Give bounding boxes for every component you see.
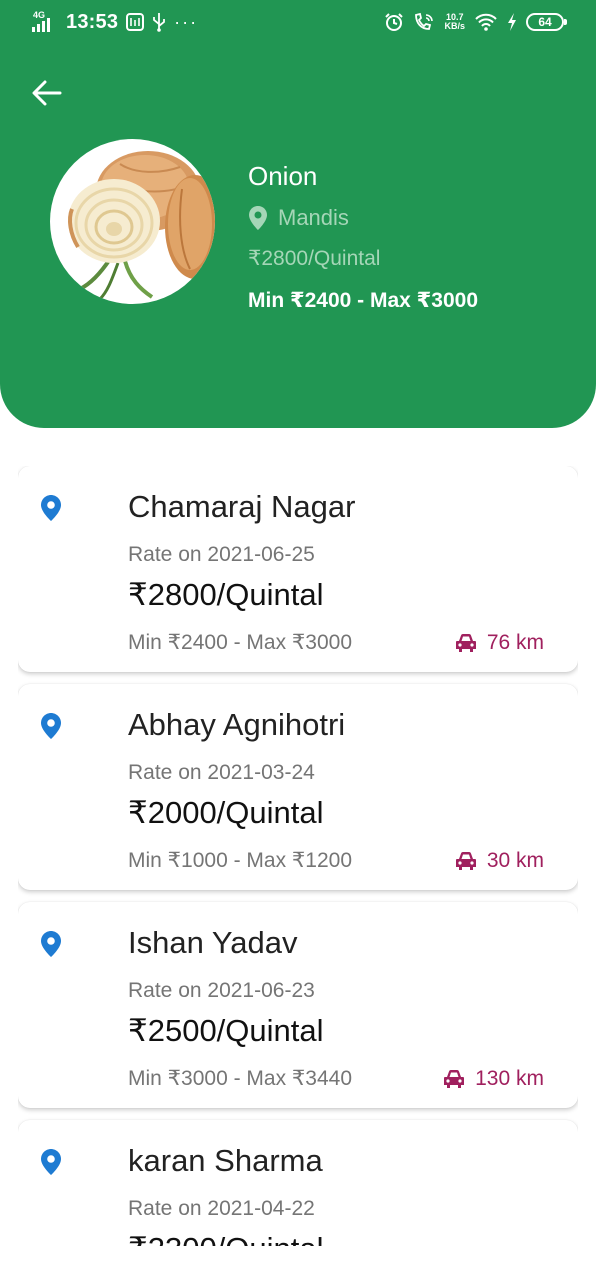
- distance: 130 km: [443, 1066, 544, 1092]
- rate-date: Rate on 2021-04-22: [128, 1197, 315, 1220]
- status-bar: 4G 13:53 ··· 10.7 KB/s 64: [0, 0, 596, 46]
- location-pin-icon: [41, 931, 61, 957]
- mandi-card[interactable]: karan Sharma Rate on 2021-04-22 ₹2300/Qu…: [18, 1120, 578, 1246]
- location-pin-icon: [249, 206, 267, 230]
- mandi-price-range: Min ₹1000 - Max ₹1200: [128, 849, 352, 872]
- distance-value: 30 km: [486, 849, 544, 872]
- mandi-price-range: Min ₹2400 - Max ₹3000: [128, 631, 352, 654]
- distance: 30 km: [455, 848, 544, 874]
- wifi-calling-icon: [413, 12, 435, 32]
- crop-name: Onion: [248, 161, 318, 191]
- rate-date: Rate on 2021-06-23: [128, 979, 315, 1002]
- network-speed: 10.7 KB/s: [444, 13, 465, 31]
- app-notification-icon: [126, 13, 145, 31]
- back-button[interactable]: [30, 76, 64, 110]
- mandi-name: karan Sharma: [128, 1143, 323, 1178]
- mandi-card[interactable]: Chamaraj Nagar Rate on 2021-06-25 ₹2800/…: [18, 466, 578, 672]
- battery-level: 64: [538, 15, 552, 29]
- mandi-price: ₹2800/Quintal: [128, 577, 324, 612]
- mandi-price: ₹2500/Quintal: [128, 1013, 324, 1048]
- mandi-price: ₹2000/Quintal: [128, 795, 324, 830]
- car-icon: [444, 1070, 465, 1088]
- mandi-price-range: Min ₹3000 - Max ₹3440: [128, 1067, 352, 1090]
- screen-bottom-edge: [0, 1246, 596, 1280]
- mandis-label: Mandis: [248, 204, 478, 232]
- speed-unit: KB/s: [444, 21, 465, 31]
- wifi-icon: [474, 13, 498, 31]
- distance-value: 76 km: [486, 631, 544, 654]
- mandi-price: ₹2300/Quintal: [128, 1230, 324, 1246]
- crop-info: Onion Mandis ₹2800/Quintal Min ₹2400 - M…: [248, 160, 478, 314]
- car-icon: [455, 634, 476, 652]
- status-time: 13:53: [66, 10, 119, 33]
- rate-date: Rate on 2021-06-25: [128, 543, 315, 566]
- rate-date: Rate on 2021-03-24: [128, 761, 315, 784]
- mandi-name: Ishan Yadav: [128, 925, 298, 960]
- charging-icon: [507, 13, 517, 31]
- onion-image: [68, 151, 215, 301]
- mandi-card[interactable]: Abhay Agnihotri Rate on 2021-03-24 ₹2000…: [18, 684, 578, 890]
- location-label-text: Mandis: [278, 205, 349, 230]
- more-notifications-icon: ···: [174, 12, 199, 32]
- battery-icon: 64: [526, 13, 567, 31]
- usb-icon: [152, 12, 166, 32]
- location-pin-icon: [41, 495, 61, 521]
- mandi-name: Chamaraj Nagar: [128, 489, 356, 524]
- crop-header: 4G 13:53 ··· 10.7 KB/s 64 Onion Mandis ₹…: [0, 0, 596, 428]
- crop-image: [50, 139, 215, 304]
- mandi-name: Abhay Agnihotri: [128, 707, 346, 742]
- mandi-list: Chamaraj Nagar Rate on 2021-06-25 ₹2800/…: [18, 466, 578, 1246]
- mobile-signal-icon: 4G: [32, 10, 58, 34]
- arrow-left-icon: [32, 80, 62, 106]
- car-icon: [455, 852, 476, 870]
- alarm-icon: [384, 12, 404, 32]
- crop-price-range: Min ₹2400 - Max ₹3000: [248, 289, 478, 312]
- location-pin-icon: [41, 1149, 61, 1175]
- location-pin-icon: [41, 713, 61, 739]
- distance: 76 km: [455, 630, 544, 656]
- distance-value: 130 km: [475, 1067, 544, 1090]
- mandi-card[interactable]: Ishan Yadav Rate on 2021-06-23 ₹2500/Qui…: [18, 902, 578, 1108]
- crop-price: ₹2800/Quintal: [248, 247, 381, 270]
